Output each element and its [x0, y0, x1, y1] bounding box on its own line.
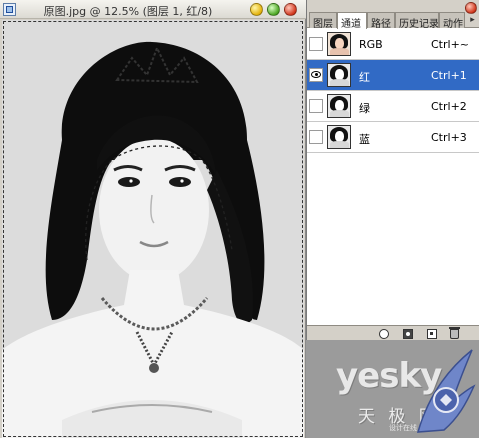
watermark: yesky 天 极 网 设计在线: [306, 340, 479, 438]
visibility-toggle-on[interactable]: [309, 68, 323, 82]
triangle-menu-icon[interactable]: ▸: [467, 15, 478, 25]
channels-panel: 图层 通道 路径 历史记录 动作 ▸ RGB Ctrl+~ 红 Ctrl+1 绿…: [306, 0, 479, 340]
channel-name: RGB: [359, 38, 383, 51]
channel-shortcut: Ctrl+2: [431, 100, 467, 113]
visibility-toggle-empty[interactable]: [309, 99, 323, 113]
channel-row-red[interactable]: 红 Ctrl+1: [307, 60, 479, 91]
channel-shortcut: Ctrl+~: [431, 38, 470, 51]
watermark-badge: 设计在线: [389, 424, 417, 432]
panel-close-button[interactable]: [465, 2, 477, 14]
tab-layers[interactable]: 图层: [309, 12, 337, 28]
tab-channels[interactable]: 通道: [337, 12, 367, 29]
document-window: 原图.jpg @ 12.5% (图层 1, 红/8): [0, 0, 306, 438]
maximize-button[interactable]: [267, 3, 280, 16]
tab-history[interactable]: 历史记录: [395, 12, 439, 28]
eye-icon: [311, 71, 321, 78]
minimize-button[interactable]: [250, 3, 263, 16]
channel-row-blue[interactable]: 蓝 Ctrl+3: [307, 122, 479, 153]
load-selection-icon[interactable]: [379, 329, 389, 339]
close-button[interactable]: [284, 3, 297, 16]
channel-name: 绿: [359, 102, 370, 115]
channel-shortcut: Ctrl+1: [431, 69, 467, 82]
document-title: 原图.jpg @ 12.5% (图层 1, 红/8): [43, 5, 213, 18]
document-titlebar[interactable]: 原图.jpg @ 12.5% (图层 1, 红/8): [0, 0, 306, 19]
image-canvas[interactable]: [2, 20, 304, 438]
channel-thumbnail: [327, 94, 351, 118]
channels-panel-footer: [307, 325, 479, 340]
channel-shortcut: Ctrl+3: [431, 131, 467, 144]
channel-list: RGB Ctrl+~ 红 Ctrl+1 绿 Ctrl+2 蓝 Ctrl+3: [307, 29, 479, 153]
delete-channel-icon[interactable]: [449, 327, 460, 339]
channel-name: 红: [359, 71, 370, 84]
channel-row-green[interactable]: 绿 Ctrl+2: [307, 91, 479, 122]
new-channel-icon[interactable]: [427, 329, 437, 339]
channel-thumbnail: [327, 63, 351, 87]
tab-actions[interactable]: 动作: [439, 12, 465, 28]
channel-thumbnail: [327, 32, 351, 56]
save-selection-icon[interactable]: [403, 329, 413, 339]
channel-thumbnail: [327, 125, 351, 149]
tab-paths[interactable]: 路径: [367, 12, 395, 28]
visibility-toggle-empty[interactable]: [309, 37, 323, 51]
visibility-toggle-empty[interactable]: [309, 130, 323, 144]
panel-tab-bar: 图层 通道 路径 历史记录 动作 ▸: [307, 0, 479, 29]
selection-marquee: [3, 21, 303, 437]
channel-name: 蓝: [359, 133, 370, 146]
channel-row-rgb[interactable]: RGB Ctrl+~: [307, 29, 479, 60]
wing-logo-icon: [416, 349, 476, 433]
